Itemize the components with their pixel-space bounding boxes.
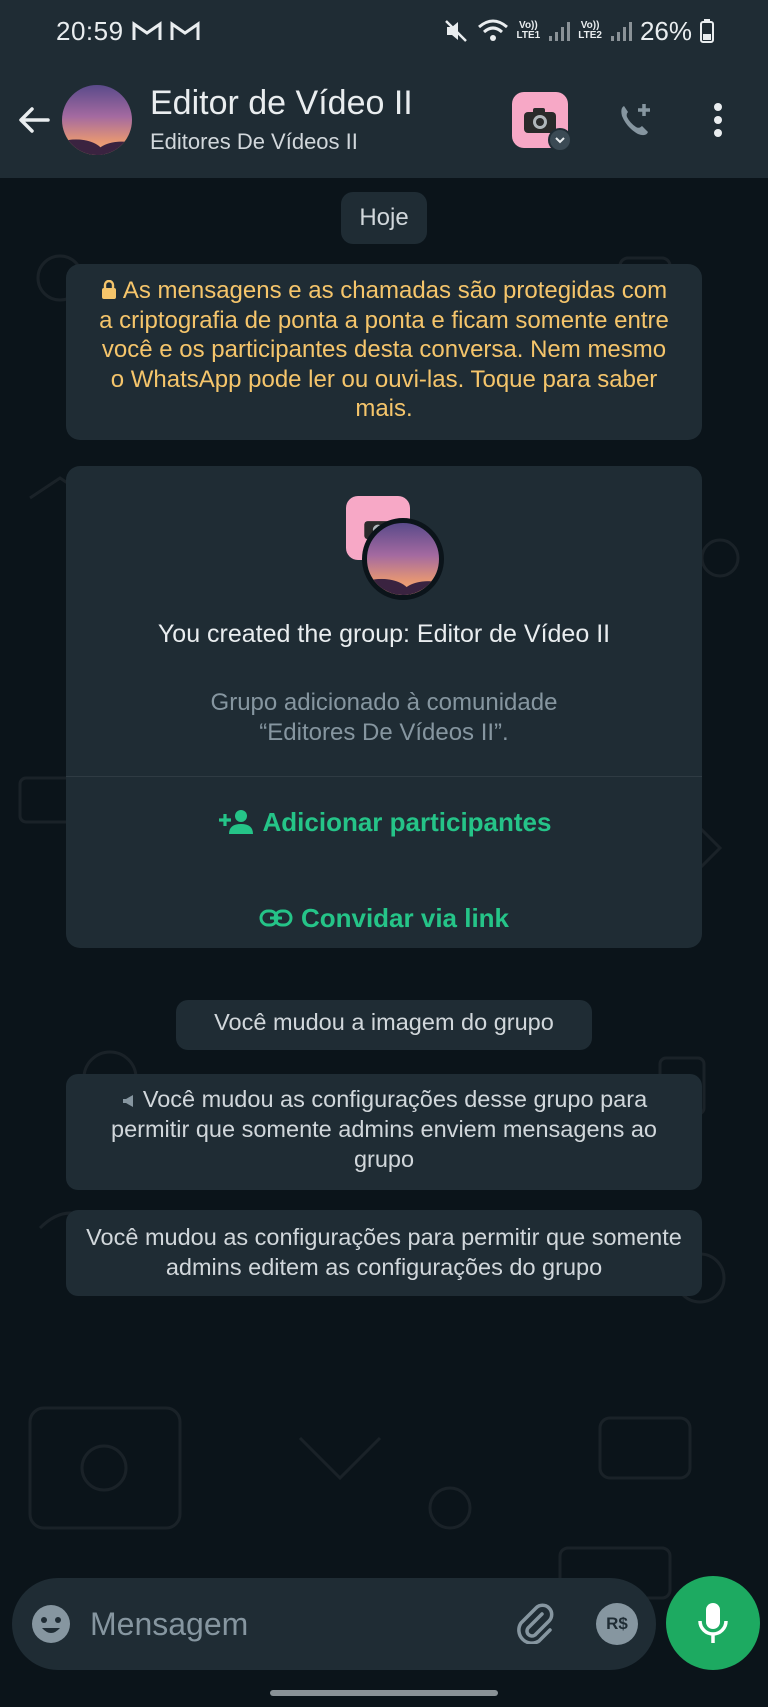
status-time: 20:59 (56, 15, 124, 46)
gmail-icon (132, 21, 162, 40)
mic-icon (698, 1603, 728, 1643)
community-added-text: Grupo adicionado à comunidade “Editores … (210, 689, 558, 746)
mute-icon (444, 20, 467, 42)
attach-button[interactable] (512, 1600, 556, 1649)
group-created-card: You created the group: Editor de Vídeo I… (66, 466, 702, 948)
status-bar: 20:59 Vo)) LTE1 Vo)) LTE2 26% (0, 0, 768, 62)
add-person-icon (218, 810, 253, 834)
encryption-text: As mensagens e as chamadas são protegida… (99, 277, 669, 422)
link-icon (259, 909, 293, 927)
date-divider: Hoje (341, 192, 427, 244)
more-options-button[interactable] (694, 96, 742, 144)
signal-icon (610, 22, 632, 41)
chat-subtitle: Editores De Vídeos II (150, 129, 358, 154)
battery-icon (700, 19, 714, 43)
more-vert-icon (714, 103, 722, 137)
group-avatar-large[interactable] (362, 518, 444, 600)
chevron-down-icon (548, 128, 572, 152)
community-photo-button[interactable] (512, 92, 572, 152)
attach-icon (517, 1603, 554, 1645)
add-call-icon (621, 104, 650, 136)
add-call-button[interactable] (612, 96, 660, 144)
invite-link-button[interactable]: Convidar via link (66, 892, 702, 944)
screen: 20:59 Vo)) LTE1 Vo)) LTE2 26% Editor de Ví… (0, 0, 768, 1707)
lte2-indicator: Vo)) LTE2 (578, 20, 602, 41)
composer-bar: R$ (12, 1578, 719, 1670)
lock-icon (101, 280, 116, 299)
system-message: Você mudou a imagem do grupo (176, 1000, 592, 1050)
back-button[interactable] (6, 92, 62, 148)
group-created-text: You created the group: Editor de Vídeo I… (157, 620, 611, 648)
megaphone-icon (122, 1095, 133, 1107)
emoji-icon (32, 1605, 70, 1643)
gesture-nav-bar[interactable] (270, 1690, 498, 1696)
chat-title-area[interactable]: Editor de Vídeo II Editores De Vídeos II (150, 83, 413, 157)
message-list[interactable]: Hoje As mensagens e as chamadas são prot… (0, 178, 768, 1578)
back-arrow-icon (19, 107, 50, 133)
chat-title: Editor de Vídeo II (150, 84, 413, 122)
encryption-notice[interactable]: As mensagens e as chamadas são protegida… (66, 264, 702, 440)
card-divider (66, 776, 702, 777)
gmail-icon (170, 21, 200, 40)
system-message: Você mudou as configurações desse grupo … (66, 1074, 702, 1190)
group-media (338, 496, 448, 606)
signal-icon (549, 22, 571, 41)
battery-percent: 26% (639, 15, 692, 46)
message-input[interactable] (88, 1604, 512, 1644)
voice-message-button[interactable] (666, 1576, 760, 1670)
wifi-icon (477, 19, 508, 41)
emoji-button[interactable] (30, 1598, 72, 1650)
chat-header: Editor de Vídeo II Editores De Vídeos II (0, 62, 768, 178)
system-message: Você mudou as configurações para permiti… (66, 1210, 702, 1296)
add-participants-button[interactable]: Adicionar participantes (66, 796, 702, 848)
group-avatar[interactable] (62, 85, 132, 155)
rs-payment-button[interactable]: R$ (596, 1603, 638, 1645)
lte1-indicator: Vo)) LTE1 (516, 20, 541, 41)
